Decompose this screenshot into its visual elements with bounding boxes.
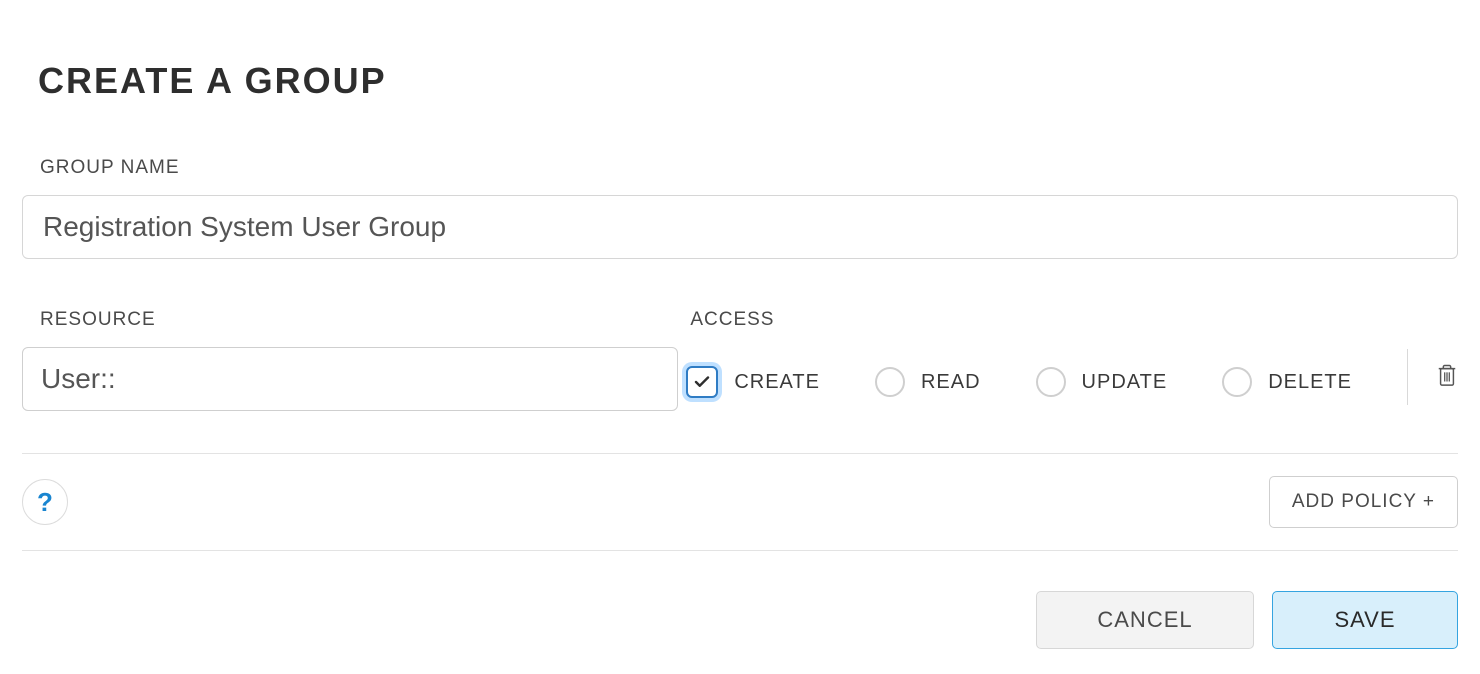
delete-policy-button[interactable] <box>1436 363 1458 394</box>
resource-input[interactable] <box>22 347 678 411</box>
group-name-input[interactable] <box>22 195 1458 259</box>
trash-icon <box>1436 363 1458 394</box>
resource-label: RESOURCE <box>40 309 686 331</box>
access-section: ACCESS CREATE READ UPDATE <box>686 309 1458 405</box>
group-name-label: GROUP NAME <box>40 157 1458 179</box>
access-read-label: READ <box>921 371 981 394</box>
access-update[interactable]: UPDATE <box>1036 367 1168 397</box>
divider-vertical <box>1407 349 1408 405</box>
save-button[interactable]: SAVE <box>1272 591 1458 649</box>
resource-section: RESOURCE <box>22 309 686 411</box>
cancel-button[interactable]: CANCEL <box>1036 591 1254 649</box>
access-update-label: UPDATE <box>1082 371 1168 394</box>
page-title: CREATE A GROUP <box>38 60 1458 102</box>
divider-2 <box>22 550 1458 551</box>
access-create[interactable]: CREATE <box>686 366 820 398</box>
access-label: ACCESS <box>690 309 1458 331</box>
create-group-form: CREATE A GROUP GROUP NAME RESOURCE ACCES… <box>0 0 1480 669</box>
checkbox-create-icon[interactable] <box>686 366 718 398</box>
access-delete[interactable]: DELETE <box>1222 367 1352 397</box>
radio-update-icon[interactable] <box>1036 367 1066 397</box>
access-read[interactable]: READ <box>875 367 981 397</box>
group-name-section: GROUP NAME <box>22 157 1458 259</box>
help-icon: ? <box>37 487 53 518</box>
radio-read-icon[interactable] <box>875 367 905 397</box>
help-button[interactable]: ? <box>22 479 68 525</box>
access-delete-label: DELETE <box>1268 371 1352 394</box>
access-create-label: CREATE <box>734 371 820 394</box>
radio-delete-icon[interactable] <box>1222 367 1252 397</box>
action-row: CANCEL SAVE <box>22 591 1458 649</box>
add-policy-button[interactable]: ADD POLICY + <box>1269 476 1458 528</box>
